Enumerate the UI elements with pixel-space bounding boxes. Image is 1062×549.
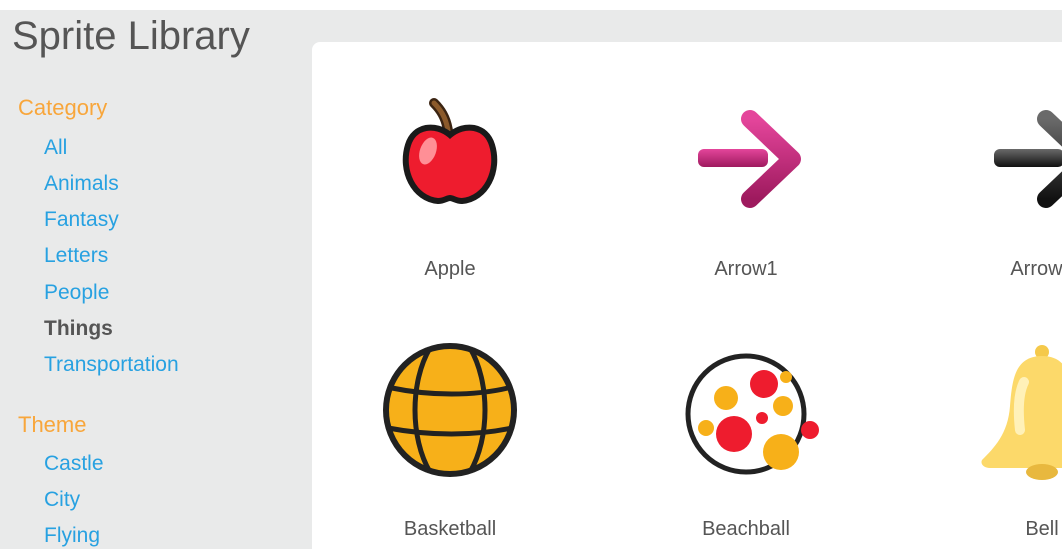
- category-animals[interactable]: Animals: [44, 170, 119, 198]
- sprite-tile-bell[interactable]: Bell: [922, 342, 1062, 549]
- sprite-tile-arrow1[interactable]: Arrow1: [626, 87, 866, 307]
- category-transportation[interactable]: Transportation: [44, 351, 179, 379]
- bell-icon: [962, 342, 1062, 492]
- category-heading: Category: [18, 95, 108, 120]
- category-fantasy[interactable]: Fantasy: [44, 206, 119, 234]
- arrow2-icon: [962, 87, 1062, 237]
- theme-castle[interactable]: Castle: [44, 450, 104, 478]
- sprite-label: Arrow1: [714, 258, 778, 280]
- sprite-label: Apple: [424, 258, 476, 280]
- sprite-grid: Apple Arrow1 Arrow Basketball Beachball …: [312, 42, 1062, 549]
- basketball-icon: [370, 342, 530, 492]
- theme-flying[interactable]: Flying: [44, 522, 100, 549]
- sprite-tile-basketball[interactable]: Basketball: [330, 342, 570, 549]
- category-all[interactable]: All: [44, 134, 67, 162]
- theme-heading: Theme: [18, 412, 87, 437]
- theme-city[interactable]: City: [44, 486, 80, 514]
- sprite-label: Beachball: [702, 518, 790, 540]
- sprite-library-window: Sprite Library Category All Animals Fant…: [0, 0, 1062, 549]
- sprite-tile-beachball[interactable]: Beachball: [626, 342, 866, 549]
- beachball-icon: [666, 342, 826, 492]
- category-things[interactable]: Things: [44, 315, 113, 343]
- sprite-label: Bell: [1025, 518, 1059, 540]
- sprite-tile-arrow2[interactable]: Arrow2: [922, 87, 1062, 307]
- sprite-tile-apple[interactable]: Apple: [330, 87, 570, 307]
- arrow1-icon: [666, 87, 826, 237]
- category-letters[interactable]: Letters: [44, 242, 108, 270]
- sprite-label: Arrow2: [1010, 258, 1062, 280]
- apple-icon: [370, 87, 530, 237]
- sidebar: Category All Animals Fantasy Letters Peo…: [0, 0, 310, 549]
- sprite-label: Basketball: [403, 518, 497, 540]
- category-people[interactable]: People: [44, 279, 109, 307]
